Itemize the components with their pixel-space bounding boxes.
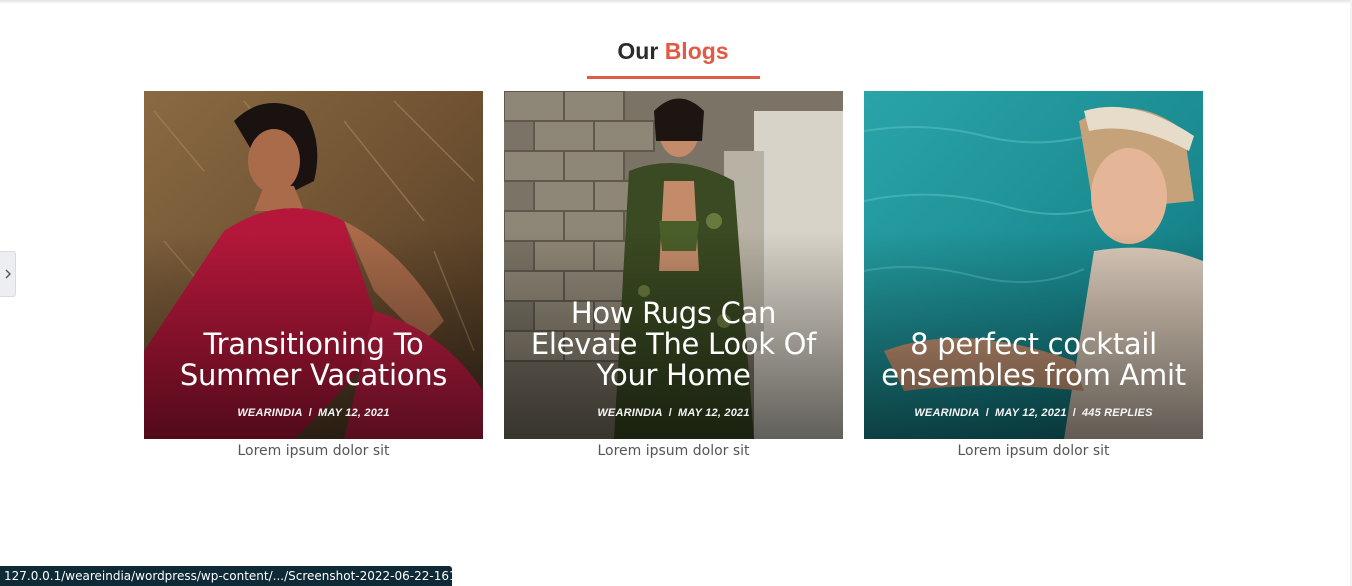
- blog-author[interactable]: WEARINDIA: [597, 407, 662, 419]
- blog-caption: Lorem ipsum dolor sit: [597, 443, 750, 459]
- blog-image[interactable]: 8 perfect cocktail ensembles from Amit W…: [864, 91, 1203, 439]
- section-heading: Our Blogs: [0, 36, 1346, 66]
- blog-title[interactable]: Transitioning To Summer Vacations: [154, 329, 473, 391]
- blog-title[interactable]: 8 perfect cocktail ensembles from Amit: [874, 329, 1193, 391]
- blog-image[interactable]: How Rugs Can Elevate The Look Of Your Ho…: [504, 91, 843, 439]
- blog-meta: WEARINDIA / MAY 12, 2021: [514, 407, 833, 419]
- blog-replies[interactable]: 445 REPLIES: [1082, 407, 1153, 419]
- blog-image[interactable]: Transitioning To Summer Vacations WEARIN…: [144, 91, 483, 439]
- status-bar-url: 127.0.0.1/weareindia/wordpress/wp-conten…: [0, 566, 452, 586]
- blog-card[interactable]: 8 perfect cocktail ensembles from Amit W…: [864, 91, 1203, 459]
- meta-separator: /: [308, 407, 312, 419]
- blog-date[interactable]: MAY 12, 2021: [678, 407, 750, 419]
- blog-caption: Lorem ipsum dolor sit: [957, 443, 1110, 459]
- blog-overlay: 8 perfect cocktail ensembles from Amit W…: [874, 329, 1193, 420]
- meta-separator: /: [1072, 407, 1076, 419]
- blog-author[interactable]: WEARINDIA: [914, 407, 979, 419]
- heading-blogs: Blogs: [664, 38, 729, 64]
- meta-separator: /: [985, 407, 989, 419]
- blog-caption: Lorem ipsum dolor sit: [237, 443, 390, 459]
- heading-our: Our: [617, 38, 659, 64]
- blog-meta: WEARINDIA / MAY 12, 2021 / 445 REPLIES: [874, 407, 1193, 419]
- blog-date[interactable]: MAY 12, 2021: [995, 407, 1067, 419]
- blog-card[interactable]: Transitioning To Summer Vacations WEARIN…: [144, 91, 483, 459]
- blog-meta: WEARINDIA / MAY 12, 2021: [154, 407, 473, 419]
- side-panel-toggle[interactable]: [0, 251, 16, 297]
- top-shadow: [0, 0, 1352, 4]
- blog-date[interactable]: MAY 12, 2021: [318, 407, 390, 419]
- blog-overlay: Transitioning To Summer Vacations WEARIN…: [154, 329, 473, 420]
- blog-card[interactable]: How Rugs Can Elevate The Look Of Your Ho…: [504, 91, 843, 459]
- chevron-right-icon: [5, 269, 11, 279]
- blog-author[interactable]: WEARINDIA: [237, 407, 302, 419]
- meta-separator: /: [668, 407, 672, 419]
- blog-title[interactable]: How Rugs Can Elevate The Look Of Your Ho…: [514, 298, 833, 391]
- blog-overlay: How Rugs Can Elevate The Look Of Your Ho…: [514, 298, 833, 420]
- heading-underline: [587, 76, 760, 79]
